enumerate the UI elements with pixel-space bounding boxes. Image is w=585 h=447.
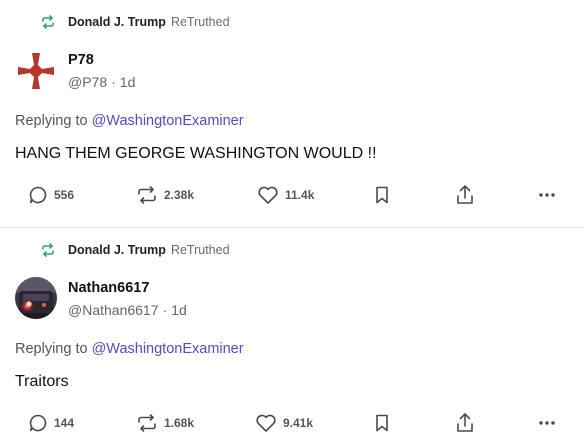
author-meta: @P78 · 1d xyxy=(68,74,136,90)
author-handle[interactable]: @P78 xyxy=(68,74,107,90)
post-content: HANG THEM GEORGE WASHINGTON WOULD !! xyxy=(15,145,377,162)
train-photo-avatar xyxy=(15,277,57,319)
retruth-user-name[interactable]: Donald J. Trump xyxy=(68,243,166,257)
author-block: P78 @P78 · 1d xyxy=(68,51,135,91)
cross-pattee-icon xyxy=(15,50,57,92)
retruth-count: 2.38k xyxy=(164,188,195,202)
retruth-indicator: Donald J. Trump ReTruthed xyxy=(40,14,230,30)
retruth-button[interactable]: 1.68k xyxy=(136,409,194,437)
avatar[interactable] xyxy=(15,277,57,319)
bookmark-icon xyxy=(376,186,388,204)
retruth-icon xyxy=(138,414,156,432)
author-display-name[interactable]: Nathan6617 xyxy=(68,279,187,297)
post-actions: 556 2.38k 11.4k xyxy=(0,181,585,209)
share-button[interactable] xyxy=(455,409,475,437)
retruth-icon xyxy=(138,186,156,204)
like-count: 9.41k xyxy=(283,416,314,430)
share-icon xyxy=(457,413,473,432)
reply-button[interactable]: 144 xyxy=(28,409,74,437)
more-options-button[interactable] xyxy=(537,181,557,209)
post-content: Traitors xyxy=(15,373,69,390)
author-block: Nathan6617 @Nathan6617 · 1d xyxy=(68,279,187,319)
timeline-feed: Donald J. Trump ReTruthed P78 @P78 · 1d Re… xyxy=(0,0,585,447)
reply-mention-link[interactable]: @WashingtonExaminer xyxy=(92,113,244,129)
bookmark-button[interactable] xyxy=(373,409,391,437)
heart-icon xyxy=(258,186,278,204)
share-icon xyxy=(457,185,473,204)
post[interactable]: Donald J. Trump ReTruthed Nathan6617 @Na… xyxy=(0,228,585,447)
bookmark-button[interactable] xyxy=(373,181,391,209)
bookmark-icon xyxy=(376,414,388,432)
retruth-icon xyxy=(42,15,54,29)
author-meta: @Nathan6617 · 1d xyxy=(68,302,187,318)
reply-context: Replying to @WashingtonExaminer xyxy=(15,341,244,357)
like-button[interactable]: 9.41k xyxy=(255,409,313,437)
like-count: 11.4k xyxy=(285,188,315,202)
comment-icon xyxy=(29,414,47,432)
retruth-user-name[interactable]: Donald J. Trump xyxy=(68,15,166,29)
retruth-count: 1.68k xyxy=(164,416,195,430)
reply-mention-link[interactable]: @WashingtonExaminer xyxy=(92,341,244,357)
reply-count: 556 xyxy=(54,188,75,202)
share-button[interactable] xyxy=(455,181,475,209)
post-time[interactable]: 1d xyxy=(120,74,136,90)
author-handle[interactable]: @Nathan6617 xyxy=(68,302,159,318)
reply-button[interactable]: 556 xyxy=(28,181,74,209)
post-actions: 144 1.68k 9.41k xyxy=(0,409,585,437)
reply-prefix: Replying to xyxy=(15,341,88,357)
comment-icon xyxy=(29,186,47,204)
reply-prefix: Replying to xyxy=(15,113,88,129)
retruth-label: ReTruthed xyxy=(170,243,230,257)
post[interactable]: Donald J. Trump ReTruthed P78 @P78 · 1d Re… xyxy=(0,0,585,228)
retruth-label: ReTruthed xyxy=(170,15,230,29)
retruth-indicator: Donald J. Trump ReTruthed xyxy=(40,242,230,258)
retruth-button[interactable]: 2.38k xyxy=(136,181,194,209)
reply-count: 144 xyxy=(54,416,75,430)
heart-icon xyxy=(256,414,276,432)
retruth-icon xyxy=(42,243,54,257)
author-display-name[interactable]: P78 xyxy=(68,51,135,69)
more-options-icon xyxy=(539,193,555,197)
avatar[interactable] xyxy=(15,50,57,92)
post-time[interactable]: 1d xyxy=(171,302,187,318)
reply-context: Replying to @WashingtonExaminer xyxy=(15,113,244,129)
more-options-button[interactable] xyxy=(537,409,557,437)
like-button[interactable]: 11.4k xyxy=(257,181,314,209)
more-options-icon xyxy=(539,421,555,425)
